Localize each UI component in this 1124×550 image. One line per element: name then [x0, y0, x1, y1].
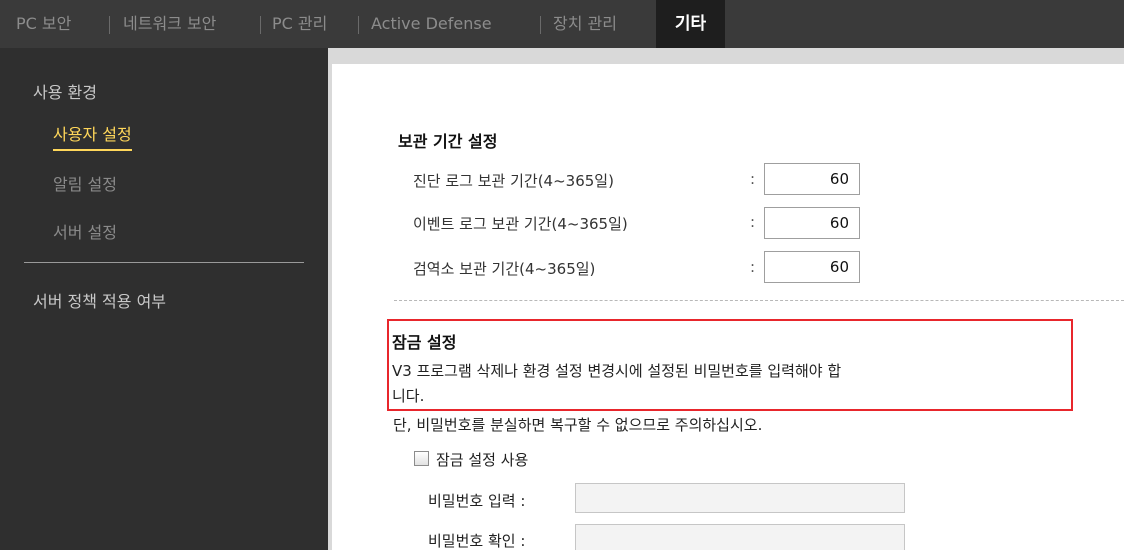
sidebar: 사용 환경 사용자 설정 알림 설정 서버 설정 서버 정책 적용 여부: [0, 48, 328, 550]
tab-pc-management[interactable]: PC 관리: [272, 0, 327, 48]
colon: :: [750, 170, 756, 188]
colon: :: [750, 213, 756, 231]
tab-separator: [260, 16, 261, 34]
sidebar-group-environment[interactable]: 사용 환경: [33, 79, 97, 103]
quarantine-retention-input[interactable]: 60: [764, 251, 860, 283]
panel-top-strip: [328, 48, 1124, 64]
quarantine-retention-label: 검역소 보관 기간(4~365일): [413, 260, 596, 278]
event-log-retention-input[interactable]: 60: [764, 207, 860, 239]
panel-left-border: [328, 64, 332, 550]
sidebar-item-user-settings[interactable]: 사용자 설정: [53, 121, 132, 151]
tab-separator: [109, 16, 110, 34]
retention-section-title: 보관 기간 설정: [398, 132, 498, 151]
lock-warning-text: 단, 비밀번호를 분실하면 복구할 수 없으므로 주의하십시오.: [393, 416, 763, 434]
password-input[interactable]: [575, 483, 905, 513]
sidebar-item-server-settings[interactable]: 서버 설정: [53, 219, 117, 243]
password-confirm-input[interactable]: [575, 524, 905, 550]
password-label: 비밀번호 입력 :: [428, 492, 526, 510]
section-divider: [394, 300, 1124, 301]
colon: :: [750, 258, 756, 276]
lock-enable-checkbox[interactable]: [414, 451, 429, 466]
tab-separator: [358, 16, 359, 34]
sidebar-group-server-policy[interactable]: 서버 정책 적용 여부: [33, 288, 166, 312]
sidebar-divider: [24, 262, 304, 263]
tab-bar: PC 보안 네트워크 보안 PC 관리 Active Defense 장치 관리…: [0, 0, 1124, 48]
sidebar-item-notification-settings[interactable]: 알림 설정: [53, 171, 117, 195]
tab-separator: [540, 16, 541, 34]
event-log-retention-label: 이벤트 로그 보관 기간(4~365일): [413, 215, 628, 233]
password-confirm-label: 비밀번호 확인 :: [428, 532, 526, 550]
highlight-annotation-box: [387, 319, 1073, 411]
lock-enable-label[interactable]: 잠금 설정 사용: [436, 449, 528, 470]
diagnosis-log-retention-input[interactable]: 60: [764, 163, 860, 195]
main-panel: [328, 48, 1124, 550]
tab-device-management[interactable]: 장치 관리: [553, 0, 617, 48]
tab-pc-security[interactable]: PC 보안: [16, 0, 71, 48]
tab-active-defense[interactable]: Active Defense: [371, 0, 492, 48]
tab-network-security[interactable]: 네트워크 보안: [123, 0, 216, 48]
diagnosis-log-retention-label: 진단 로그 보관 기간(4~365일): [413, 172, 614, 190]
tab-etc[interactable]: 기타: [656, 0, 725, 48]
